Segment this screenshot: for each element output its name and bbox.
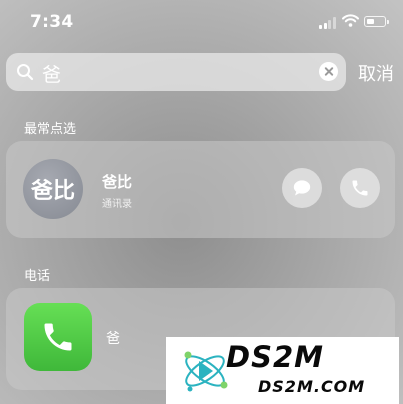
search-icon	[17, 64, 34, 81]
watermark-title: DS2M	[226, 340, 324, 374]
status-bar: 7:34	[0, 0, 403, 44]
avatar: 爸比	[23, 159, 83, 219]
section-title-phone: 电话	[24, 269, 51, 284]
status-time: 7:34	[30, 12, 74, 32]
wifi-icon	[342, 14, 359, 27]
avatar-initials: 爸比	[30, 179, 75, 204]
app-result-name: 爸	[106, 331, 120, 347]
search-query-text[interactable]: 爸	[42, 60, 61, 87]
message-bubble-icon	[293, 180, 311, 196]
cellular-signal-icon	[319, 17, 336, 29]
call-button[interactable]	[340, 168, 380, 208]
contact-source: 通讯录	[102, 199, 132, 210]
watermark-logo-icon	[184, 351, 228, 392]
message-button[interactable]	[282, 168, 322, 208]
battery-icon	[364, 16, 389, 27]
contact-name: 爸比	[102, 173, 133, 191]
section-title-top-hits: 最常点选	[24, 122, 77, 137]
search-input[interactable]: 爸	[6, 53, 346, 91]
clear-search-icon[interactable]	[319, 62, 338, 81]
cancel-button[interactable]: 取消	[358, 60, 394, 86]
watermark-subtitle: DS2M.COM	[258, 377, 366, 396]
contact-result-card[interactable]: 爸比 爸比 通讯录	[6, 141, 395, 238]
phone-app-icon	[24, 303, 92, 371]
phone-handset-icon	[44, 323, 72, 351]
phone-handset-icon	[352, 180, 368, 196]
watermark: DS2M DS2M.COM	[166, 337, 399, 404]
